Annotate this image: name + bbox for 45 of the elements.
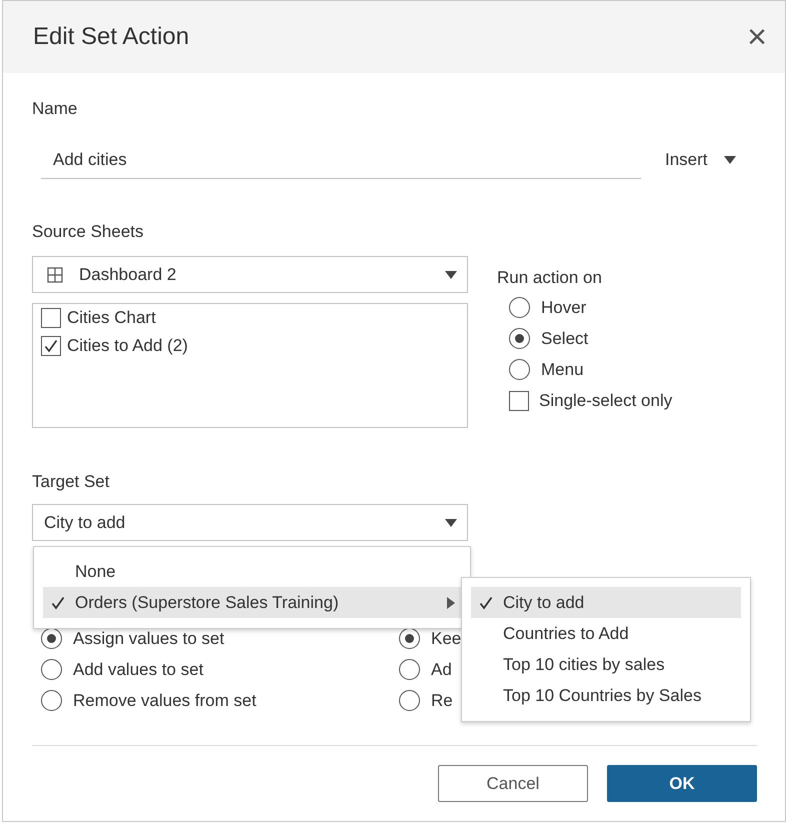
option-label: Assign values to set <box>73 628 224 648</box>
section-label: Run action on <box>497 268 603 288</box>
option-label: Re <box>431 690 453 710</box>
sheet-label: Cities to Add (2) <box>67 336 188 356</box>
menu-item[interactable]: City to add <box>471 587 741 618</box>
close-button[interactable]: × <box>747 20 767 54</box>
caret-icon <box>445 518 457 526</box>
menu-item[interactable]: Top 10 Countries by Sales <box>471 680 741 711</box>
menu-item[interactable]: Top 10 cities by sales <box>471 649 741 680</box>
radio-button[interactable] <box>41 628 62 649</box>
caret-icon <box>724 156 736 164</box>
cancel-button[interactable]: Cancel <box>438 765 588 802</box>
menu-item[interactable]: Countries to Add <box>471 618 741 649</box>
section-label: Target Set <box>32 472 110 492</box>
option-label: Hover <box>541 298 586 318</box>
option-label: Single-select only <box>539 390 672 410</box>
sheet-dropdown[interactable]: Dashboard 2 <box>32 256 468 293</box>
radio-button[interactable] <box>399 690 420 711</box>
radio-button[interactable] <box>41 659 62 680</box>
option-label: Ad <box>431 660 452 680</box>
checkbox[interactable] <box>41 336 61 356</box>
menu-item[interactable]: None <box>43 556 461 587</box>
radio-button[interactable] <box>41 690 62 711</box>
checkbox[interactable] <box>41 308 61 328</box>
ok-button[interactable]: OK <box>607 765 757 802</box>
option-label: Kee <box>431 628 462 648</box>
option-label: Remove values from set <box>73 690 256 710</box>
checkbox[interactable] <box>509 390 529 410</box>
field-label: Name <box>32 99 78 119</box>
radio-button[interactable] <box>509 297 530 318</box>
menu-item[interactable]: Orders (Superstore Sales Training) <box>43 587 461 618</box>
caret-icon <box>445 270 457 278</box>
section-label: Source Sheets <box>32 222 145 242</box>
dashboard-grid-icon <box>47 266 63 282</box>
target-set-dropdown[interactable]: City to add <box>32 504 468 541</box>
sheet-label: Cities Chart <box>67 308 156 328</box>
insert-dropdown[interactable]: Insert <box>665 150 736 170</box>
option-label: Menu <box>541 360 584 380</box>
option-label: Select <box>541 328 588 348</box>
radio-button[interactable] <box>509 328 530 349</box>
radio-button[interactable] <box>509 359 530 380</box>
radio-button[interactable] <box>399 659 420 680</box>
radio-button[interactable] <box>399 628 420 649</box>
option-label: Add values to set <box>73 660 204 680</box>
window-title: Edit Set Action <box>33 23 190 51</box>
